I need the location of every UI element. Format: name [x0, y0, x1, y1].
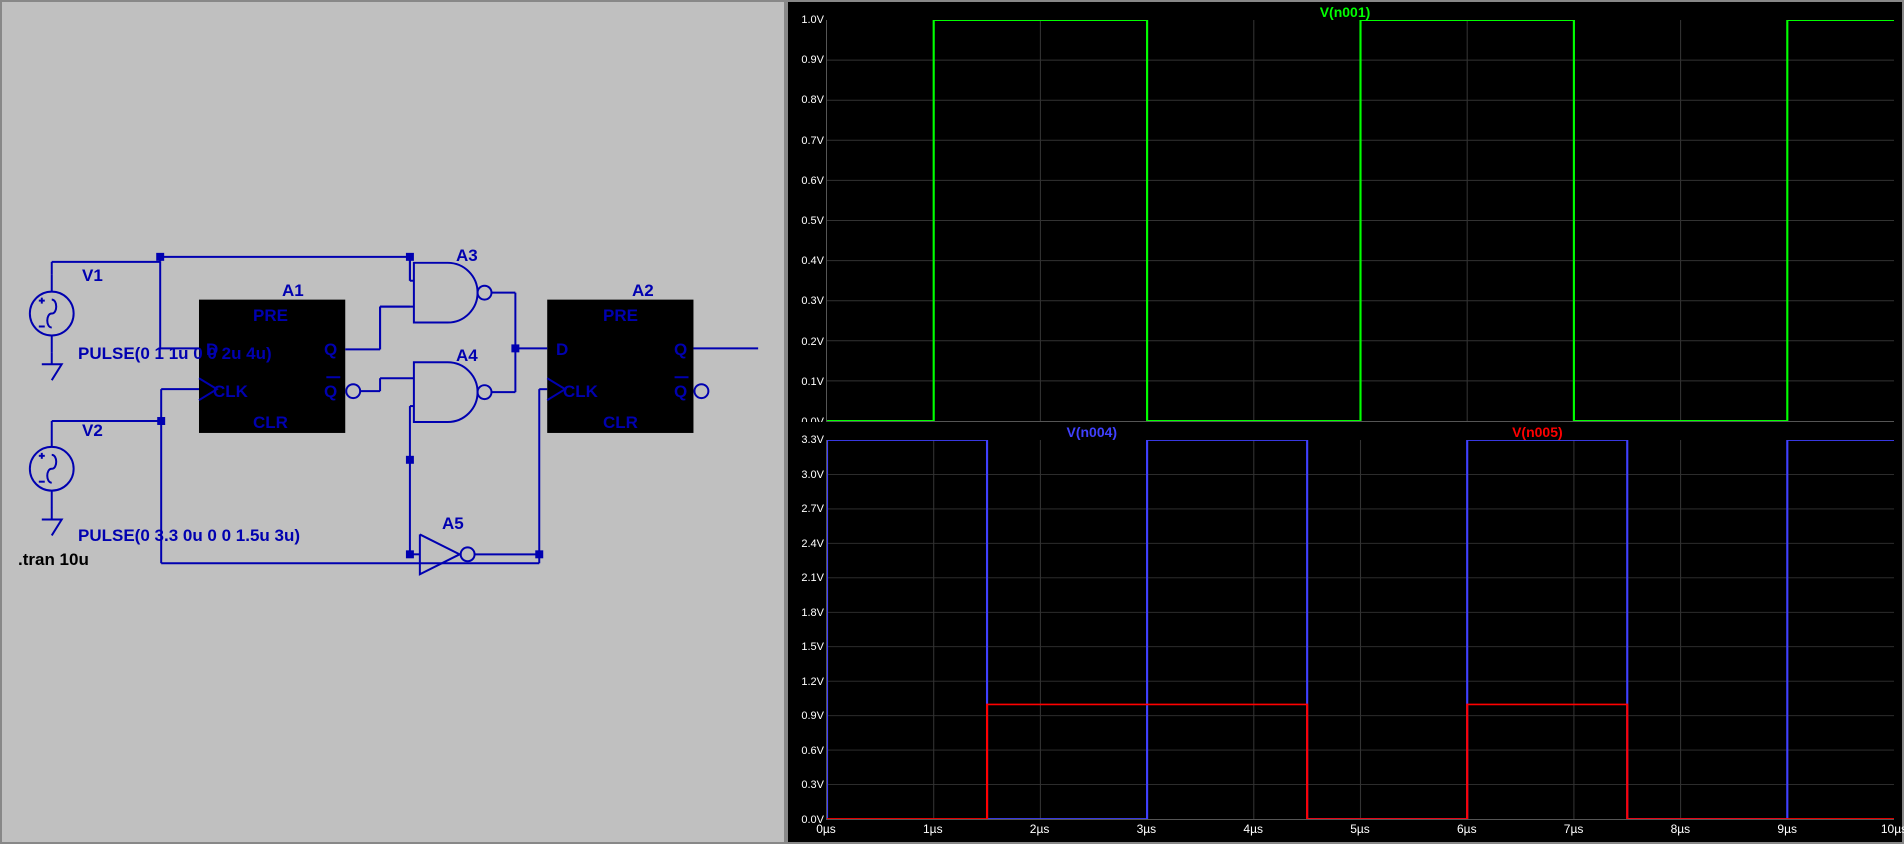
- x-tick: 4µs: [1243, 822, 1263, 836]
- y-tick: 0.4V: [801, 255, 824, 267]
- v2-label[interactable]: V2: [82, 421, 103, 441]
- a2-d: D: [556, 340, 568, 360]
- plot-area-1[interactable]: [826, 20, 1894, 422]
- a1-clr: CLR: [253, 413, 288, 433]
- x-axis-plot2: 0µs1µs2µs3µs4µs5µs6µs7µs8µs9µs10µs: [826, 820, 1894, 842]
- y-tick: 0.9V: [801, 54, 824, 66]
- y-tick: 0.8V: [801, 94, 824, 106]
- schematic-panel[interactable]: V1 PULSE(0 1 1u 0 0 2u 4u) V2 PULSE(0 3.…: [0, 0, 786, 844]
- plot-vn004-vn005[interactable]: V(n004) V(n005) 3.3V 3.0V 2.7V 2.4V 2.1V 1.8V…: [788, 422, 1902, 842]
- x-tick: 7µs: [1564, 822, 1584, 836]
- y-tick: 0.1V: [801, 376, 824, 388]
- trace-label-vn004[interactable]: V(n004): [1067, 424, 1118, 440]
- a1-label[interactable]: A1: [282, 281, 304, 301]
- y-tick: 0.2V: [801, 336, 824, 348]
- y-tick: 0.6V: [801, 175, 824, 187]
- v2-params[interactable]: PULSE(0 3.3 0u 0 0 1.5u 3u): [78, 526, 300, 546]
- waveform-panel[interactable]: V(n001) 1.0V 0.9V 0.8V 0.7V 0.6V 0.5V 0.4V 0.3V…: [786, 0, 1904, 844]
- a2-pre: PRE: [603, 306, 638, 326]
- y-axis-plot1: 1.0V0.9V0.8V0.7V0.6V0.5V0.4V0.3V0.2V0.1V…: [788, 20, 826, 422]
- x-tick: 6µs: [1457, 822, 1477, 836]
- a4-label[interactable]: A4: [456, 346, 478, 366]
- y-tick: 3.3V: [801, 434, 824, 446]
- y-tick: 2.7V: [801, 503, 824, 515]
- a5-label[interactable]: A5: [442, 514, 464, 534]
- plot-vn001[interactable]: V(n001) 1.0V 0.9V 0.8V 0.7V 0.6V 0.5V 0.4V 0.3V…: [788, 2, 1902, 422]
- y-tick: 2.4V: [801, 538, 824, 550]
- x-tick: 3µs: [1137, 822, 1157, 836]
- y-tick: 0.5V: [801, 215, 824, 227]
- a1-d: D: [206, 340, 218, 360]
- a1-qbar: Q: [324, 382, 337, 402]
- x-tick: 1µs: [923, 822, 943, 836]
- v1-label[interactable]: V1: [82, 266, 103, 286]
- waveform-svg-2: [827, 440, 1894, 819]
- y-tick: 0.3V: [801, 295, 824, 307]
- x-tick: 10µs: [1881, 822, 1904, 836]
- x-tick: 0µs: [816, 822, 836, 836]
- y-tick: 0.9V: [801, 710, 824, 722]
- y-tick: 1.8V: [801, 607, 824, 619]
- trace-label-vn005[interactable]: V(n005): [1512, 424, 1563, 440]
- plot-area-2[interactable]: [826, 440, 1894, 820]
- a1-q: Q: [324, 340, 337, 360]
- v1-params[interactable]: PULSE(0 1 1u 0 0 2u 4u): [78, 344, 272, 364]
- schematic-canvas: [2, 2, 784, 842]
- y-tick: 1.5V: [801, 641, 824, 653]
- y-axis-plot2: 3.3V3.0V2.7V2.4V2.1V1.8V1.5V1.2V0.9V0.6V…: [788, 440, 826, 820]
- y-tick: 1.2V: [801, 676, 824, 688]
- a2-clr: CLR: [603, 413, 638, 433]
- x-tick: 5µs: [1350, 822, 1370, 836]
- tran-directive[interactable]: .tran 10u: [18, 550, 89, 570]
- a2-clk: CLK: [563, 382, 598, 402]
- trace-label-vn001[interactable]: V(n001): [1320, 4, 1371, 20]
- y-tick: 3.0V: [801, 469, 824, 481]
- x-tick: 2µs: [1030, 822, 1050, 836]
- y-tick: 1.0V: [801, 14, 824, 26]
- a2-label[interactable]: A2: [632, 281, 654, 301]
- x-tick: 9µs: [1777, 822, 1797, 836]
- a2-qbar: Q: [674, 382, 687, 402]
- y-tick: 0.6V: [801, 745, 824, 757]
- a1-clk: CLK: [213, 382, 248, 402]
- waveform-svg-1: [827, 20, 1894, 421]
- a3-label[interactable]: A3: [456, 246, 478, 266]
- y-tick: 0.7V: [801, 135, 824, 147]
- y-tick: 2.1V: [801, 572, 824, 584]
- x-tick: 8µs: [1671, 822, 1691, 836]
- a2-q: Q: [674, 340, 687, 360]
- y-tick: 0.3V: [801, 779, 824, 791]
- a1-pre: PRE: [253, 306, 288, 326]
